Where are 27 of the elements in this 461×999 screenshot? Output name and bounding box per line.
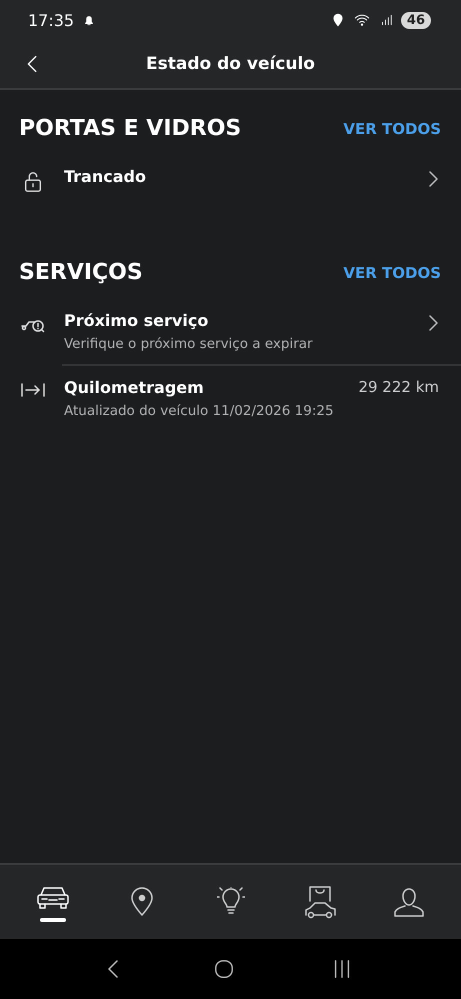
- row-subtitle: Atualizado do veículo 11/02/2026 19:25: [64, 403, 335, 419]
- see-all-link[interactable]: VER TODOS: [343, 264, 441, 282]
- row-title: Trancado: [64, 167, 147, 186]
- chevron-icon: [427, 169, 439, 189]
- row-title: Próximo serviço: [64, 311, 210, 330]
- screen-title: Estado do veículo: [146, 54, 315, 74]
- status-time: 17:35: [28, 10, 74, 30]
- status-row[interactable]: Trancado: [0, 155, 461, 206]
- see-all-link[interactable]: VER TODOS: [343, 120, 441, 138]
- light-bulb-icon: [216, 887, 244, 917]
- location-pin-icon: [128, 887, 154, 917]
- section-title: PORTAS E VIDROS: [19, 116, 242, 141]
- status-row[interactable]: Quilometragem Atualizado do veículo 11/02/2026 19:25 29 222 km: [0, 366, 461, 431]
- person-icon: [392, 887, 424, 917]
- status-row[interactable]: Próximo serviço Verifique o próximo serviço a expirar: [0, 299, 461, 364]
- location-icon: [330, 12, 345, 28]
- wifi-icon: [352, 12, 371, 28]
- system-back-button[interactable]: [108, 960, 118, 978]
- padlock-icon: [22, 170, 44, 194]
- row-title: Quilometragem: [64, 378, 205, 397]
- chevron-icon: [427, 313, 439, 333]
- section-title: SERVIÇOS: [19, 260, 143, 285]
- home-button[interactable]: [213, 958, 236, 980]
- odometer-arrow-icon: [20, 381, 46, 399]
- row-value: 29 222 km: [358, 378, 439, 396]
- row-subtitle: Verifique o próximo serviço a expirar: [64, 336, 314, 352]
- battery-level: 46: [400, 12, 431, 28]
